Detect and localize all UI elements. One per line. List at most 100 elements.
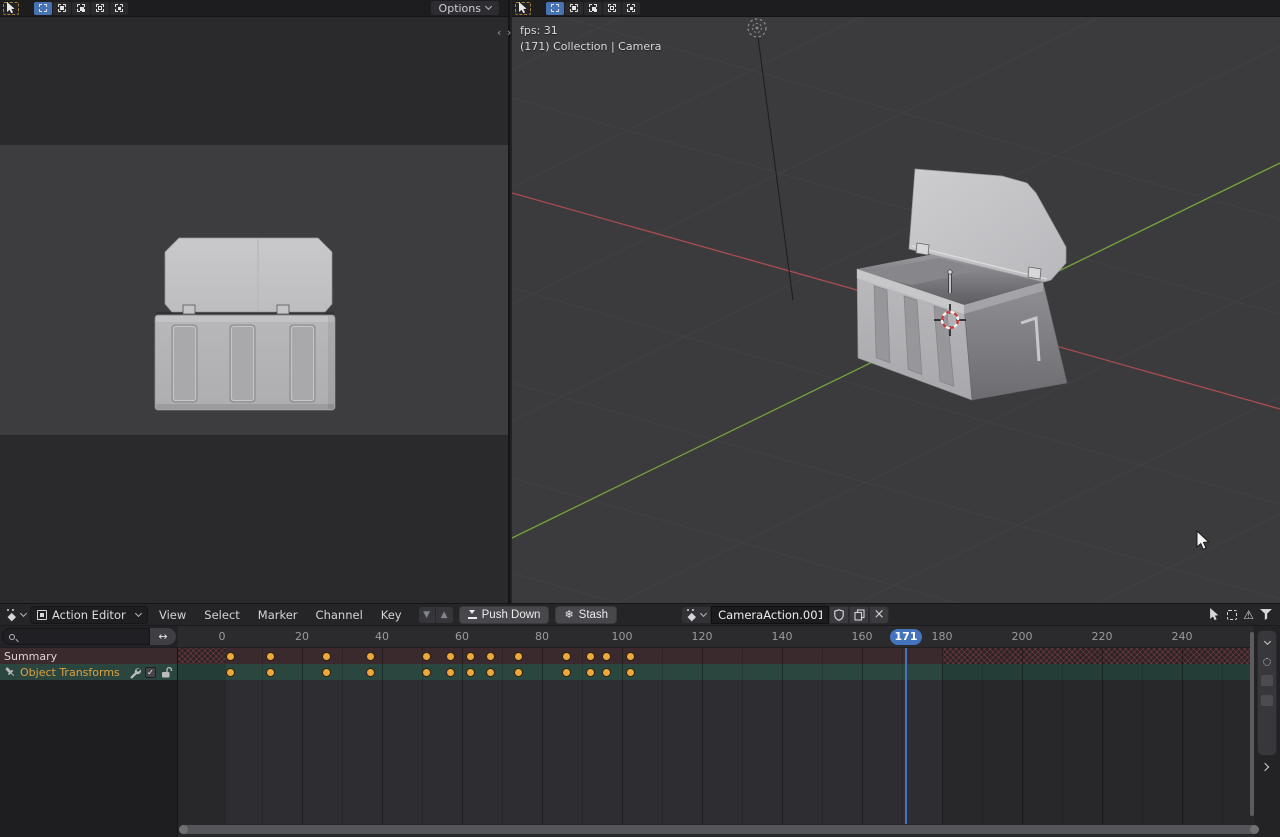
push-down-button[interactable]: Push Down — [459, 606, 550, 624]
browse-action-dropdown[interactable] — [681, 606, 711, 624]
menu-key[interactable]: Key — [372, 606, 411, 624]
summary-keyframe-track[interactable] — [178, 648, 1253, 664]
scrollbar-zoom-handle-right[interactable] — [1250, 825, 1259, 834]
menu-select[interactable]: Select — [195, 606, 248, 624]
camera-view-region[interactable] — [0, 17, 508, 603]
shield-icon — [834, 609, 844, 621]
keyframe-frame-1[interactable] — [226, 668, 235, 677]
select-mode-intersect[interactable] — [622, 2, 640, 15]
keyframe-frame-61[interactable] — [466, 652, 475, 661]
sidebar-tab-box[interactable] — [1257, 630, 1277, 756]
keyframe-frame-95[interactable] — [602, 652, 611, 661]
ruler-tick-180: 180 — [922, 630, 962, 643]
timeline-ruler[interactable]: 020406080100120140160180200220240 — [178, 626, 1253, 648]
options-dropdown[interactable]: Options — [431, 1, 499, 15]
keyframe-frame-11[interactable] — [266, 668, 275, 677]
fake-user-shield-button[interactable] — [829, 606, 849, 624]
keyframe-frame-95[interactable] — [602, 668, 611, 677]
current-frame-badge[interactable]: 171 — [890, 629, 922, 645]
menu-marker[interactable]: Marker — [249, 606, 307, 624]
keyframe-frame-66[interactable] — [486, 668, 495, 677]
new-action-copy-button[interactable] — [849, 606, 869, 624]
chevron-down-icon — [135, 609, 142, 616]
tool-settings-bar-right — [512, 0, 1280, 17]
tweak-tool-button[interactable] — [515, 2, 531, 15]
chevron-right-icon[interactable] — [1261, 763, 1269, 771]
select-mode-extend[interactable] — [565, 2, 583, 15]
region-resize-arrows[interactable]: ‹ › — [497, 26, 512, 39]
scrollbar-thumb[interactable] — [179, 825, 1259, 834]
select-mode-subtract[interactable] — [72, 2, 90, 15]
menu-channel[interactable]: Channel — [307, 606, 372, 624]
light-gizmo-icon[interactable] — [748, 19, 766, 37]
channel-row-summary[interactable]: Summary — [0, 648, 1280, 664]
pin-icon[interactable] — [4, 666, 16, 678]
keyframe-frame-61[interactable] — [466, 668, 475, 677]
ruler-tick-200: 200 — [1002, 630, 1042, 643]
select-mode-extend[interactable] — [53, 2, 71, 15]
select-mode-intersect[interactable] — [110, 2, 128, 15]
out-of-range-hatch — [942, 648, 1253, 664]
channel-enable-checkbox[interactable]: ✓ — [145, 667, 156, 678]
blender-window: Options — [0, 0, 1280, 837]
keyframe-frame-66[interactable] — [486, 652, 495, 661]
ruler-tick-240: 240 — [1162, 630, 1202, 643]
object-transforms-keyframe-track[interactable] — [178, 664, 1253, 680]
channel-row-object-transforms[interactable]: Object Transforms ✓ — [0, 664, 1280, 680]
keyframe-frame-50[interactable] — [422, 668, 431, 677]
channel-name-cell[interactable]: Summary — [0, 648, 178, 664]
filter-funnel-icon[interactable] — [1260, 609, 1272, 620]
keyframe-frame-56[interactable] — [446, 652, 455, 661]
dotted-sphere-icon — [1263, 658, 1271, 666]
expand-width-button[interactable]: ↔ — [150, 628, 176, 645]
horizontal-scrollbar[interactable] — [179, 825, 1259, 834]
keyframe-frame-36[interactable] — [366, 652, 375, 661]
keyframe-frame-101[interactable] — [626, 668, 635, 677]
keyframe-frame-11[interactable] — [266, 652, 275, 661]
scrollbar-zoom-handle-left[interactable] — [179, 825, 188, 834]
channel-name-cell[interactable]: Object Transforms ✓ — [0, 664, 178, 680]
keyframe-frame-91[interactable] — [586, 668, 595, 677]
channel-search-area: ↔ — [0, 626, 178, 648]
editor-type-dropdown[interactable] — [4, 606, 28, 624]
perspective-viewport: fps: 31 (171) Collection | Camera — [512, 0, 1280, 603]
keyframe-frame-25[interactable] — [322, 668, 331, 677]
menu-view[interactable]: View — [150, 606, 195, 624]
keyframe-frame-91[interactable] — [586, 652, 595, 661]
modifier-wrench-icon[interactable] — [128, 666, 141, 679]
viewport-3d-region[interactable]: fps: 31 (171) Collection | Camera — [512, 17, 1280, 603]
keyframe-frame-25[interactable] — [322, 652, 331, 661]
show-hidden-icon[interactable] — [1227, 610, 1237, 620]
only-selected-cursor-icon[interactable] — [1209, 608, 1221, 621]
select-mode-subtract[interactable] — [584, 2, 602, 15]
select-mode-set[interactable] — [546, 2, 564, 15]
keyframe-frame-36[interactable] — [366, 668, 375, 677]
keyframe-frame-1[interactable] — [226, 652, 235, 661]
tweak-tool-button[interactable] — [3, 2, 19, 15]
keyframe-frame-85[interactable] — [562, 668, 571, 677]
channel-region-background — [0, 680, 178, 837]
unlink-action-button[interactable]: × — [869, 606, 889, 624]
keyframe-frame-85[interactable] — [562, 652, 571, 661]
keyframe-frame-73[interactable] — [514, 652, 523, 661]
unlock-icon[interactable] — [160, 666, 173, 679]
move-up-button[interactable]: ▲ — [436, 607, 453, 623]
keyframe-frame-50[interactable] — [422, 652, 431, 661]
move-down-button[interactable]: ▼ — [419, 607, 436, 623]
sidebar-tab-button[interactable] — [1261, 675, 1273, 686]
keyframe-frame-56[interactable] — [446, 668, 455, 677]
playhead-line[interactable] — [905, 648, 907, 824]
select-mode-invert[interactable] — [603, 2, 621, 15]
sidebar-tab-button[interactable] — [1261, 695, 1273, 706]
keyframe-frame-73[interactable] — [514, 668, 523, 677]
channel-search-input[interactable] — [2, 628, 150, 645]
stash-button[interactable]: ❄ Stash — [555, 606, 617, 624]
editor-mode-dropdown[interactable]: Action Editor — [30, 606, 148, 624]
layer-cycle-buttons: ▼ ▲ — [419, 607, 453, 623]
action-name-field[interactable] — [711, 606, 829, 624]
keyframe-frame-101[interactable] — [626, 652, 635, 661]
select-mode-group-right — [546, 2, 640, 15]
select-mode-invert[interactable] — [91, 2, 109, 15]
select-mode-set[interactable] — [34, 2, 52, 15]
show-errors-warning-icon[interactable]: ⚠ — [1243, 608, 1254, 622]
